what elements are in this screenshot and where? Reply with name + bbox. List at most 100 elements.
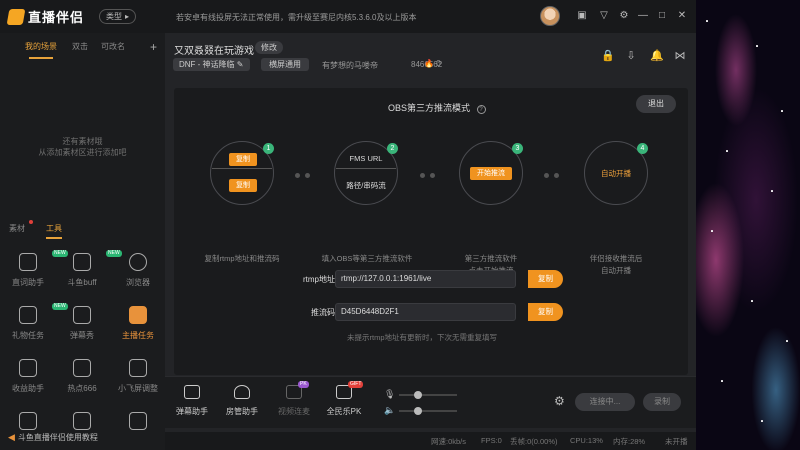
fire-icon: 🔥 [424, 59, 434, 68]
danmaku-assistant-button[interactable]: 弹幕助手 [171, 385, 213, 417]
message-icon[interactable]: ▣ [576, 10, 588, 22]
fps: FPS:0 [481, 436, 502, 445]
bottom-tool-label: 房管助手 [226, 407, 258, 416]
empty-line-2: 从添加素材区进行添加吧 [38, 148, 127, 157]
download-icon[interactable]: ⇩ [625, 50, 637, 62]
video-link-icon: PK [286, 381, 309, 399]
mic-volume: 🎙 [384, 389, 458, 400]
tool-label: 收益助手 [12, 384, 44, 393]
bottom-toolbar: 弹幕助手 房管助手 PK 视频连麦 GIFT 全民乐PK 🎙 🔈 ⚙ 连接中..… [165, 376, 696, 428]
hot-value: 🔥 0 [424, 59, 441, 68]
minimize-icon[interactable]: — [637, 10, 649, 22]
step-desc-line: 复制rtmp地址和推流码 [204, 254, 280, 263]
task-icon [129, 306, 147, 324]
copy-key-button[interactable]: 复制 [528, 303, 563, 321]
speaker-icon[interactable]: 🔈 [384, 405, 395, 416]
memory-usage: 内存:28% [613, 437, 646, 446]
desktop-wallpaper [696, 0, 800, 450]
mode-chip[interactable]: 横屏通用 [261, 58, 309, 71]
admin-icon [234, 385, 250, 399]
tool-item[interactable] [0, 412, 56, 450]
bell-icon[interactable]: 🔔 [650, 50, 664, 62]
star [761, 420, 763, 422]
tool-item[interactable]: NEW 斗鱼buff [54, 250, 122, 293]
tool-item[interactable]: NEW 礼物任务 [0, 303, 68, 346]
step-2-description: 填入OBS等第三方推流软件 [312, 253, 422, 265]
tool-item[interactable]: 弹幕秀 [54, 306, 110, 346]
live-companion-app: 直播伴侣 类型 ▸ 若安卓有线投屏无法正常使用，需升级至赛尼内核5.3.6.0及… [0, 0, 696, 450]
connector-dot [430, 173, 435, 178]
tool-item[interactable]: 热点666 [54, 359, 110, 399]
connector-dot [554, 173, 559, 178]
step-4-description: 伴侣接收推流后 自动开播 [566, 253, 666, 277]
add-scene-icon[interactable]: + [150, 40, 157, 54]
bottom-tool-label: 视频连麦 [278, 407, 310, 416]
status-bar: 网速:0kb/s FPS:0 丢帧:0(0.00%) CPU:13% 内存:28… [165, 432, 696, 450]
speaker-slider-knob[interactable] [414, 406, 423, 415]
connector-dot [544, 173, 549, 178]
obs-title-text: OBS第三方推流模式 [388, 103, 471, 113]
exit-button[interactable]: 退出 [636, 95, 676, 113]
category-chip[interactable]: DNF - 神话降临 ✎ [173, 58, 250, 71]
stream-key-field[interactable]: D45D6448D2F1 [335, 303, 516, 321]
room-title: 又双叒叕在玩游戏 [174, 46, 254, 57]
connector-dot [420, 173, 425, 178]
record-button[interactable]: 录制 [643, 393, 681, 411]
copy-rtmp-step-button[interactable]: 复制 [229, 153, 257, 166]
tab-double-click[interactable]: 双击 [72, 41, 88, 52]
connect-button[interactable]: 连接中... [575, 393, 635, 411]
speaker-slider[interactable] [399, 406, 458, 415]
filter-icon[interactable]: ▽ [598, 10, 610, 22]
help-icon[interactable]: ? [476, 105, 486, 114]
mic-slider-knob[interactable] [414, 390, 423, 399]
video-link-button[interactable]: PK 视频连麦 [273, 381, 315, 417]
start-push-step-button: 开始推流 [470, 167, 512, 180]
star [751, 300, 753, 302]
step-1-description: 复制rtmp地址和推流码 [192, 253, 292, 265]
tool-item[interactable] [110, 412, 166, 450]
edit-icon: ✎ [236, 60, 244, 69]
host-name: 有梦想的马喽帝 [322, 61, 378, 70]
auto-live-text: 自动开播 [601, 169, 631, 178]
tool-item[interactable]: 小飞屏调整 [110, 359, 166, 399]
tool-item[interactable]: 收益助手 [0, 359, 56, 399]
maximize-icon[interactable]: □ [656, 10, 668, 22]
copy-key-step-button[interactable]: 复制 [229, 179, 257, 192]
close-icon[interactable]: ✕ [676, 10, 688, 22]
tool-item[interactable]: NEW 直词助手 [0, 250, 68, 293]
left-panel: 我的场景 双击 可改名 + 还有素材哦 从添加素材区进行添加吧 素材 工具 NE… [0, 33, 165, 450]
tab-rename[interactable]: 可改名 [101, 41, 125, 52]
type-button[interactable]: 类型 ▸ [99, 9, 137, 24]
gear-icon[interactable]: ⚙ [554, 394, 565, 408]
copy-rtmp-button[interactable]: 复制 [528, 270, 563, 288]
mic-slider[interactable] [399, 390, 458, 399]
tutorial-link[interactable]: ◀ 斗鱼直播伴侣使用教程 [8, 432, 98, 443]
tab-my-scene[interactable]: 我的场景 [25, 41, 57, 59]
settings-icon[interactable]: ⚙ [618, 10, 630, 22]
danmaku-show-icon [73, 306, 91, 324]
tool-item[interactable]: 主播任务 [110, 306, 166, 346]
tool-label: 浏览器 [126, 278, 150, 287]
download-icon [19, 412, 37, 430]
step-divider [336, 168, 396, 169]
tab-material-label: 素材 [9, 224, 25, 233]
modify-title-button[interactable]: 修改 [255, 41, 283, 54]
bottom-tool-label: 全民乐PK [326, 407, 362, 416]
room-admin-button[interactable]: 房管助手 [221, 385, 263, 417]
tool-label: 主播任务 [122, 331, 154, 340]
lock-icon[interactable]: 🔒 [601, 50, 615, 62]
pk-button[interactable]: GIFT 全民乐PK [323, 381, 365, 417]
notification-dot [29, 220, 33, 224]
step-badge: 3 [512, 143, 523, 154]
tab-material[interactable]: 素材 [9, 220, 33, 234]
ad-icon [129, 412, 147, 430]
avatar[interactable] [540, 6, 560, 26]
tab-tools[interactable]: 工具 [46, 223, 62, 239]
tool-item[interactable]: 浏览器 [110, 253, 166, 293]
step-badge: 1 [263, 143, 274, 154]
share-icon[interactable]: ⋈ [674, 50, 686, 62]
empty-scene-message: 还有素材哦 从添加素材区进行添加吧 [0, 136, 165, 158]
tool-item[interactable] [54, 412, 110, 450]
mic-icon[interactable]: 🎙 [384, 389, 395, 400]
rtmp-address-field[interactable]: rtmp://127.0.0.1:1961/live [335, 270, 516, 288]
